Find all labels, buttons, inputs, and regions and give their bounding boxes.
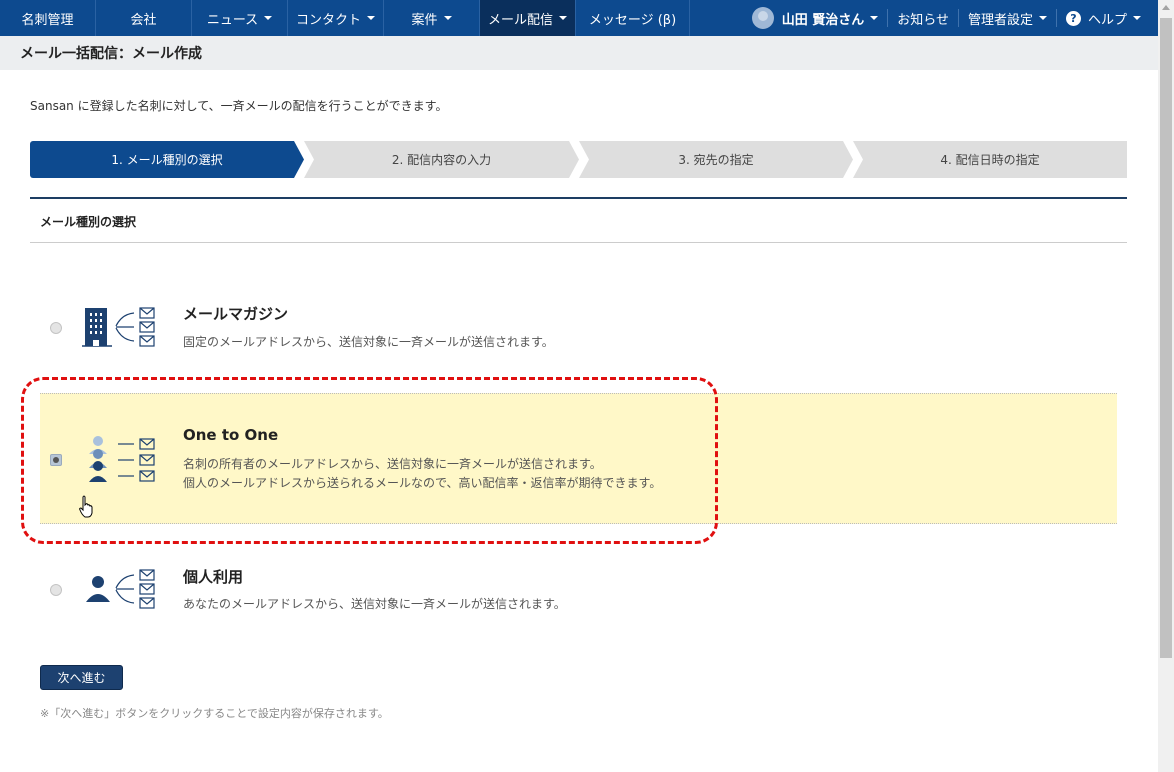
intro-text: Sansan に登録した名刺に対して、一斉メールの配信を行うことができます。: [30, 99, 448, 113]
nav-deals[interactable]: 案件: [384, 0, 480, 36]
user-name: 山田 賢治さん: [781, 12, 865, 28]
step-2: 2. 配信内容の入力: [304, 141, 579, 178]
nav-company[interactable]: 会社: [96, 0, 192, 36]
nav-label: コンタクト: [295, 12, 361, 28]
building-mail-icon: [82, 307, 155, 347]
page-title: メール一括配信：メール作成: [0, 36, 1158, 70]
caret-down-icon: [1133, 16, 1141, 20]
nav-label: メッセージ (β): [588, 12, 677, 28]
nav-label: 名刺管理: [21, 12, 74, 28]
caret-down-icon: [559, 16, 567, 20]
nav-contact[interactable]: コンタクト: [288, 0, 384, 36]
radio-mail-magazine[interactable]: [50, 322, 62, 334]
admin-menu[interactable]: 管理者設定: [957, 9, 1056, 28]
step-4: 4. 配信日時の指定: [853, 141, 1127, 178]
notice-link[interactable]: お知らせ: [887, 9, 958, 28]
nav-label: 会社: [130, 12, 157, 28]
radio-personal[interactable]: [50, 584, 62, 596]
step-3: 3. 宛先の指定: [579, 141, 853, 178]
nav-right: 山田 賢治さん お知らせ 管理者設定 ? ヘルプ: [743, 0, 1150, 36]
avatar: [751, 7, 774, 29]
caret-down-icon: [1038, 16, 1047, 20]
user-menu[interactable]: 山田 賢治さん: [743, 7, 888, 29]
nav-news[interactable]: ニュース: [192, 0, 288, 36]
help-label: ヘルプ: [1087, 12, 1127, 28]
nav-label: メール配信: [487, 12, 553, 28]
option-title: 個人利用: [183, 568, 244, 586]
option-desc: 固定のメールアドレスから、送信対象に一斉メールが送信されます。: [183, 335, 554, 349]
help-menu[interactable]: ? ヘルプ: [1055, 9, 1150, 28]
step-indicator: 1. メール種別の選択 2. 配信内容の入力 3. 宛先の指定 4. 配信日時の…: [30, 141, 1127, 178]
annotation-highlight: [21, 377, 718, 544]
nav-mail[interactable]: メール配信: [480, 0, 576, 36]
notice-label: お知らせ: [897, 12, 949, 28]
nav-label: ニュース: [206, 12, 259, 28]
save-note: ※「次へ進む」ボタンをクリックすることで設定内容が保存されます。: [40, 707, 389, 720]
nav-cards[interactable]: 名刺管理: [0, 0, 96, 36]
nav-label: 案件: [411, 12, 438, 28]
option-mail-magazine[interactable]: メールマガジン 固定のメールアドレスから、送信対象に一斉メールが送信されます。: [40, 290, 1117, 370]
caret-down-icon: [443, 16, 452, 20]
caret-down-icon: [367, 16, 375, 20]
divider: [30, 197, 1127, 199]
caret-down-icon: [870, 16, 879, 20]
option-personal[interactable]: 個人利用 あなたのメールアドレスから、送信対象に一斉メールが送信されます。: [40, 556, 1117, 626]
step-1: 1. メール種別の選択: [30, 141, 304, 178]
divider: [30, 242, 1127, 243]
hand-cursor-icon: [79, 495, 93, 518]
section-heading: メール種別の選択: [40, 215, 137, 229]
option-title: メールマガジン: [183, 305, 289, 323]
nav-message[interactable]: メッセージ (β): [576, 0, 690, 36]
scroll-up-icon[interactable]: [1162, 5, 1170, 10]
option-desc: あなたのメールアドレスから、送信対象に一斉メールが送信されます。: [183, 597, 566, 611]
caret-down-icon: [264, 16, 273, 20]
scrollbar-thumb[interactable]: [1160, 18, 1172, 658]
top-nav: 名刺管理 会社 ニュース コンタクト 案件 メール配信 メッセージ (β) 山田…: [0, 0, 1158, 36]
help-icon: ?: [1065, 10, 1081, 26]
scrollbar[interactable]: [1158, 0, 1174, 772]
person-mail-icon: [86, 569, 155, 609]
next-button[interactable]: 次へ進む: [40, 665, 123, 690]
admin-label: 管理者設定: [967, 12, 1033, 28]
